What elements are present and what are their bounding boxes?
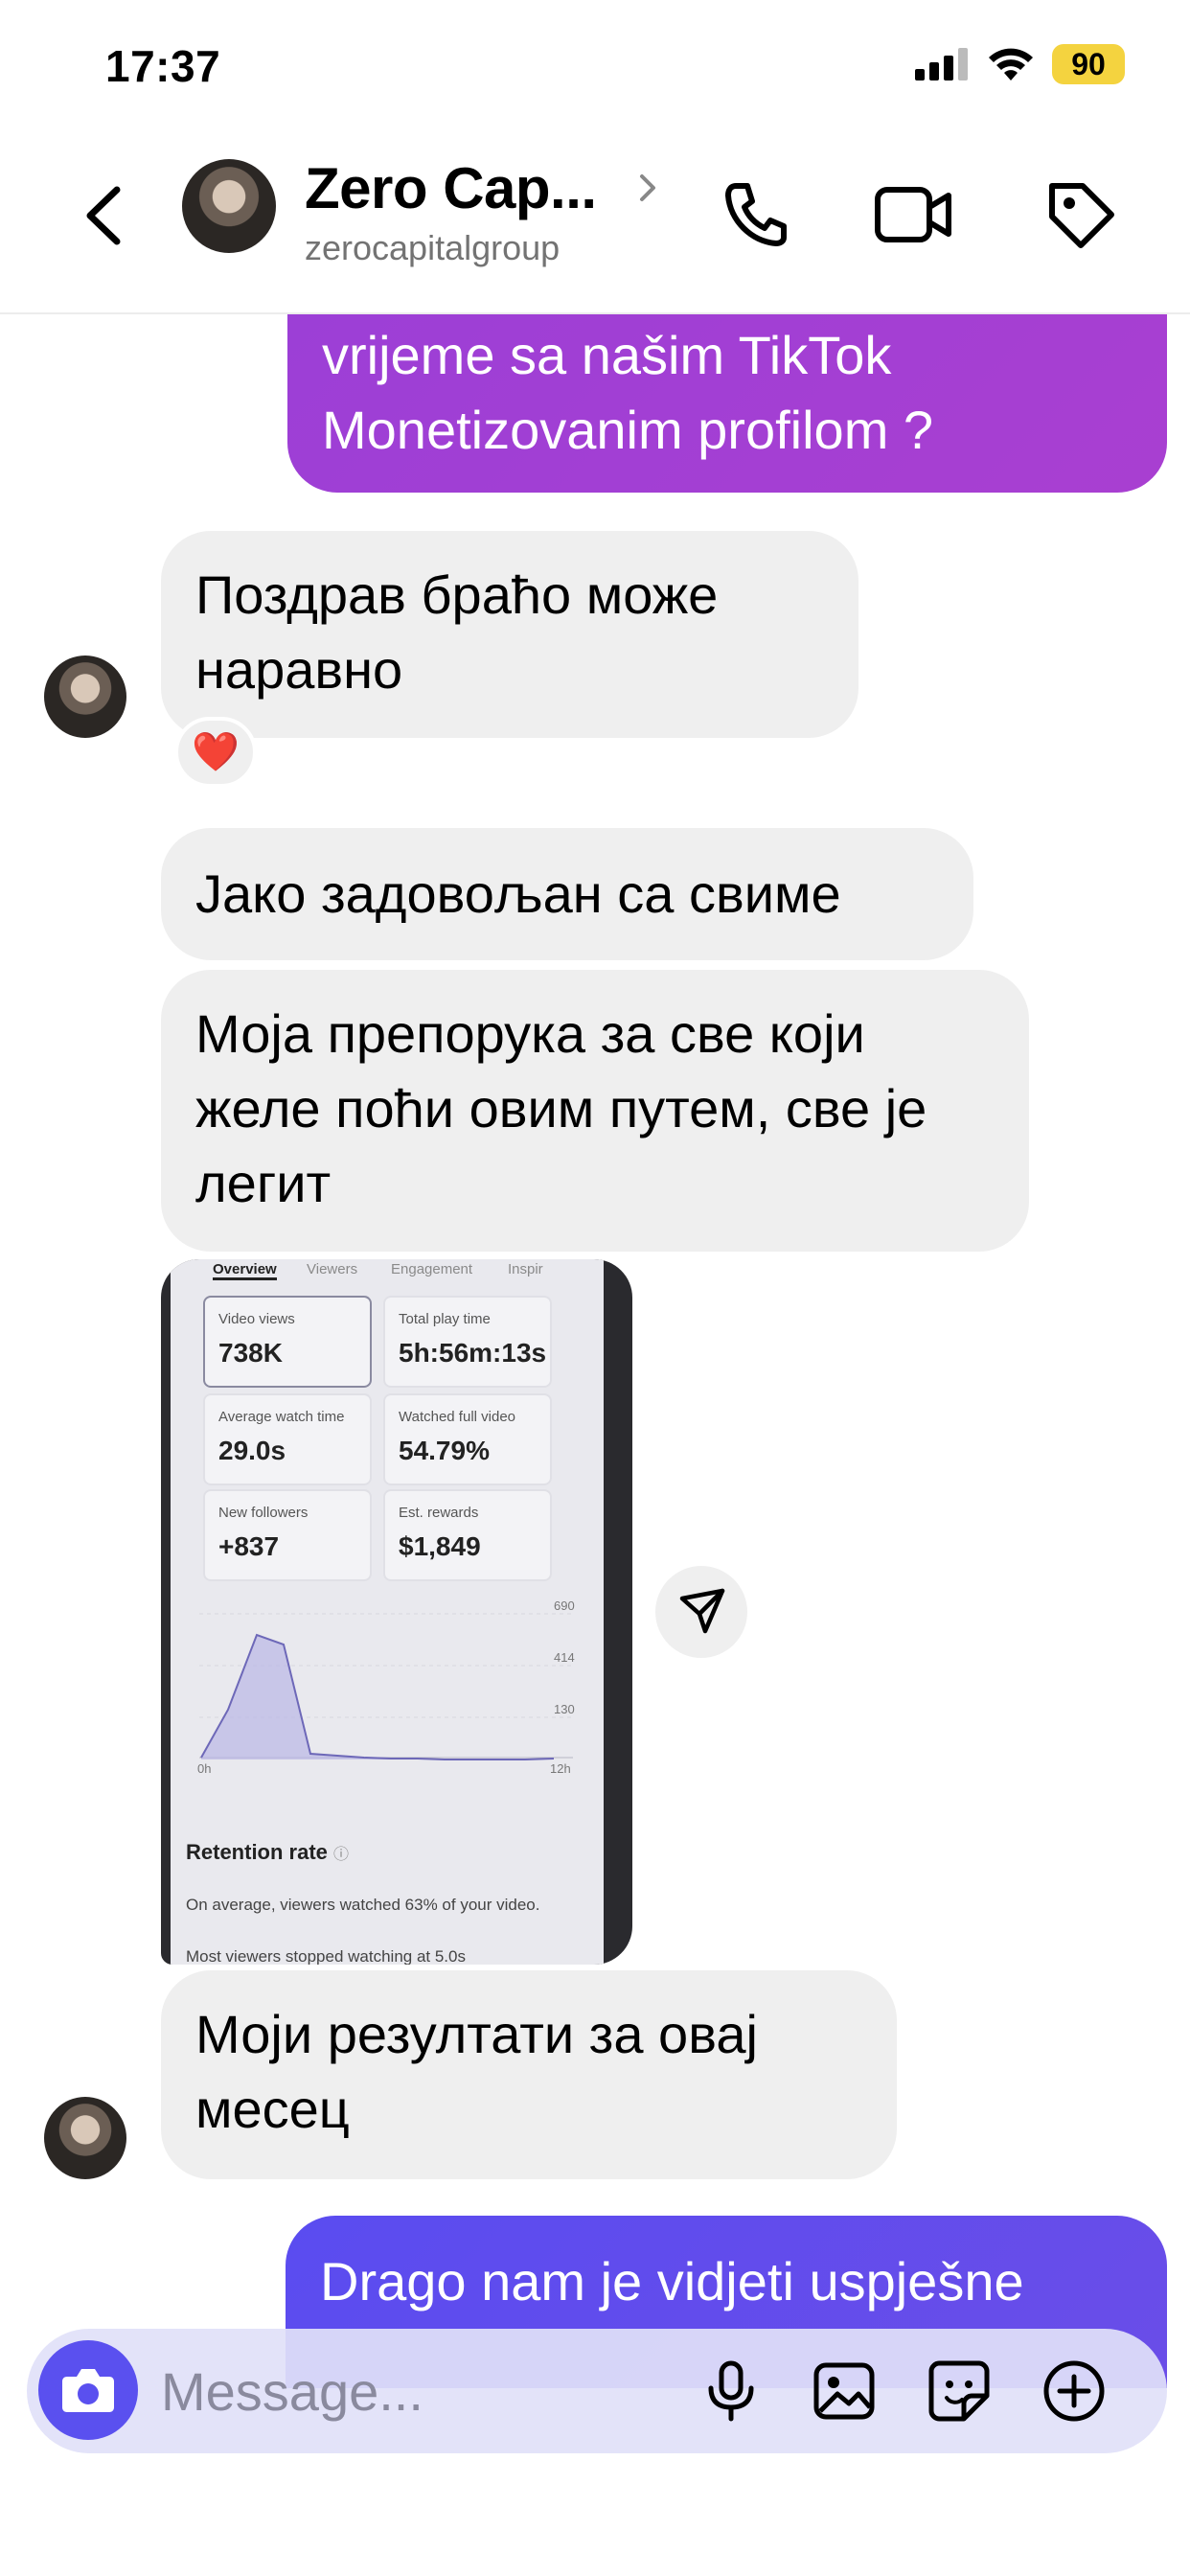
- camera-icon: [62, 2369, 114, 2412]
- stat-value: 54.79%: [399, 1436, 490, 1465]
- gallery-icon[interactable]: [811, 2358, 878, 2425]
- tab-engagement: Engagement: [391, 1261, 473, 1277]
- chat-header: Zero Cap... zerocapitalgroup: [0, 134, 1190, 314]
- battery-indicator: 90: [1052, 44, 1125, 84]
- stat-label: Average watch time: [218, 1409, 345, 1425]
- stat-card: Est. rewards $1,849: [383, 1489, 552, 1581]
- analytics-screen: Overview Viewers Engagement Inspir Video…: [171, 1259, 604, 1965]
- incoming-message[interactable]: Поздрав браћо може наравно: [161, 531, 858, 738]
- info-icon: ⓘ: [333, 1847, 350, 1863]
- stat-value: $1,849: [399, 1531, 481, 1561]
- stat-value: 29.0s: [218, 1436, 286, 1465]
- stat-value: 738K: [218, 1338, 283, 1368]
- stat-card: Average watch time 29.0s: [203, 1393, 372, 1485]
- stat-label: New followers: [218, 1505, 309, 1521]
- chevron-right-icon[interactable]: [632, 169, 661, 207]
- contact-avatar[interactable]: [182, 159, 276, 253]
- incoming-message[interactable]: Моја препорука за све који желе поћи ови…: [161, 970, 1029, 1252]
- contact-name[interactable]: Zero Cap...: [305, 155, 597, 221]
- tab-overview: Overview: [213, 1261, 277, 1280]
- chart-tick-label: 414: [554, 1650, 575, 1665]
- stat-card: Total play time 5h:56m:13s: [383, 1296, 552, 1388]
- sender-avatar[interactable]: [44, 656, 126, 738]
- tab-viewers: Viewers: [307, 1261, 358, 1277]
- outgoing-message[interactable]: vrijeme sa našim TikTok Monetizovanim pr…: [287, 314, 1167, 493]
- chart-x-end: 12h: [550, 1761, 571, 1776]
- message-composer: [27, 2329, 1167, 2453]
- retention-note: On average, viewers watched 63% of your …: [186, 1896, 540, 1914]
- status-bar: 17:37 90: [0, 0, 1190, 125]
- stat-label: Watched full video: [399, 1409, 516, 1425]
- phone-call-icon[interactable]: [721, 176, 790, 253]
- retention-cut-text: Most viewers stopped watching at 5.0s: [186, 1947, 466, 1965]
- analytics-tabs: Overview Viewers Engagement Inspir: [171, 1259, 604, 1282]
- chart-tick-label: 130: [554, 1702, 575, 1716]
- video-call-icon[interactable]: [874, 178, 954, 251]
- tab-inspiration: Inspir: [508, 1261, 543, 1277]
- chart-x-start: 0h: [197, 1761, 211, 1776]
- back-arrow-icon[interactable]: [77, 172, 134, 259]
- stat-card: Watched full video 54.79%: [383, 1393, 552, 1485]
- add-circle-icon[interactable]: [1041, 2358, 1108, 2425]
- stat-card: New followers +837: [203, 1489, 372, 1581]
- sticker-icon[interactable]: [926, 2358, 993, 2425]
- stat-label: Video views: [218, 1311, 295, 1327]
- stat-label: Total play time: [399, 1311, 491, 1327]
- share-button[interactable]: [655, 1566, 747, 1658]
- tag-icon[interactable]: [1042, 176, 1119, 253]
- cellular-signal-icon: [915, 48, 968, 80]
- wifi-icon: [989, 48, 1033, 80]
- views-line-chart: 690 414 130 0h 12h: [197, 1598, 575, 1776]
- stat-label: Est. rewards: [399, 1505, 479, 1521]
- incoming-message[interactable]: Јако задовољан са свиме: [161, 828, 973, 960]
- stat-card: Video views 738K: [203, 1296, 372, 1388]
- status-time: 17:37: [105, 41, 221, 91]
- camera-button[interactable]: [38, 2340, 138, 2440]
- contact-username[interactable]: zerocapitalgroup: [305, 228, 560, 268]
- message-input[interactable]: [161, 2359, 678, 2423]
- shared-screenshot[interactable]: Overview Viewers Engagement Inspir Video…: [161, 1259, 632, 1965]
- microphone-icon[interactable]: [698, 2358, 765, 2425]
- chart-tick-label: 690: [554, 1598, 575, 1613]
- send-icon: [679, 1588, 725, 1634]
- heart-reaction-badge[interactable]: ❤️: [174, 717, 257, 788]
- sender-avatar[interactable]: [44, 2097, 126, 2179]
- stat-value: 5h:56m:13s: [399, 1338, 547, 1368]
- stat-value: +837: [218, 1531, 280, 1561]
- incoming-message[interactable]: Моји резултати за овај месец: [161, 1970, 897, 2179]
- retention-title: Retention rate ⓘ: [186, 1840, 350, 1864]
